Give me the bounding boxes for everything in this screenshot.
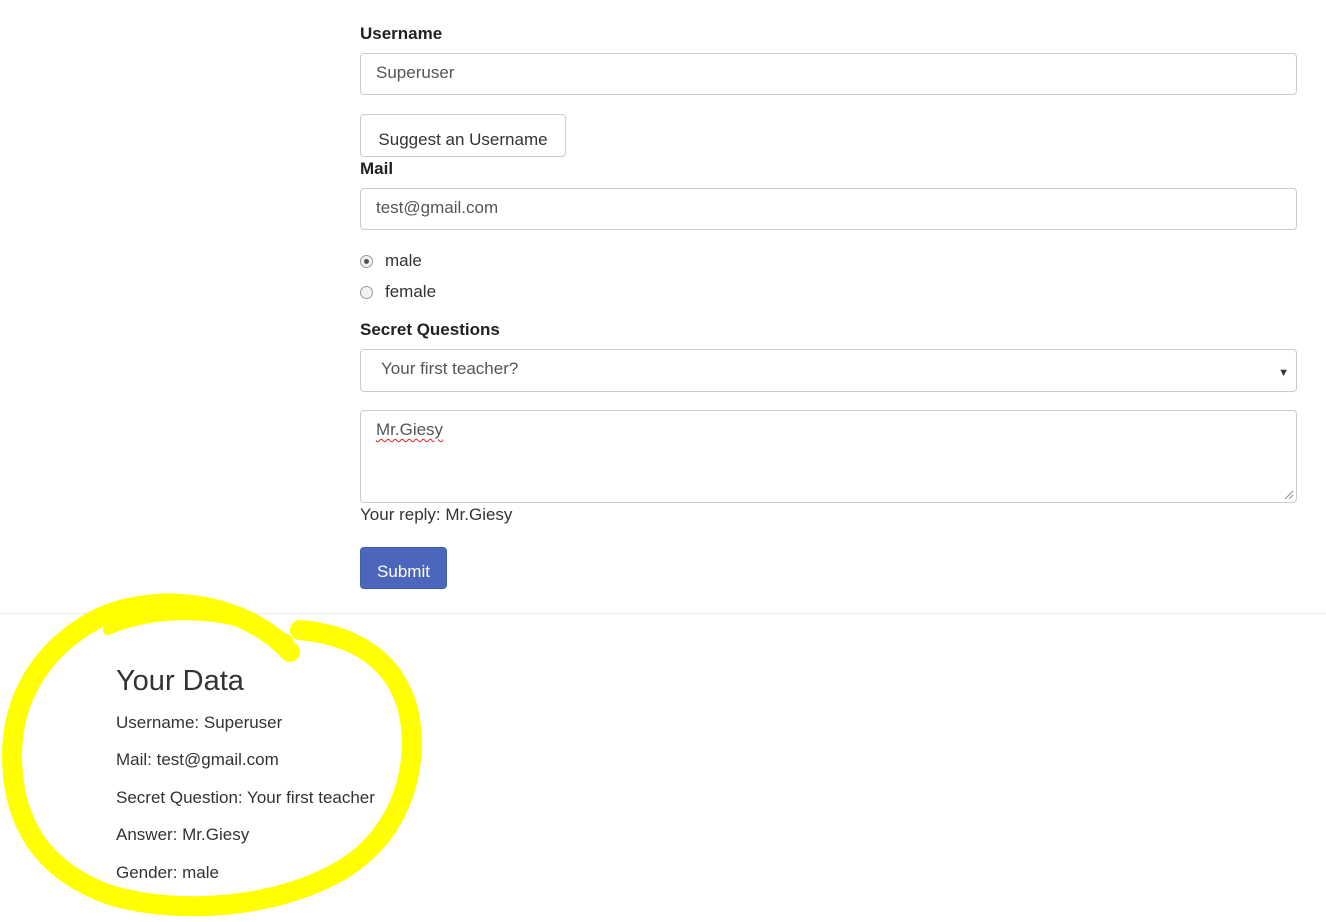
data-answer: Answer: Mr.Giesy [116,825,250,844]
gender-option-male[interactable]: male [360,251,422,271]
username-label: Username [360,24,443,43]
username-input-value: Superuser [376,63,455,82]
answer-textarea[interactable]: Mr.Giesy [360,410,1297,503]
dropdown-caret-icon: ▼ [1278,367,1289,379]
secret-question-selected: Your first teacher? [381,359,519,378]
suggest-username-button[interactable]: Suggest an Username [360,114,566,157]
username-input[interactable]: Superuser [360,53,1297,95]
data-gender: Gender: male [116,863,219,882]
resize-grip-icon[interactable] [1284,490,1294,500]
mail-input-value: test@gmail.com [376,198,499,217]
data-username: Username: Superuser [116,713,283,732]
your-data-title: Your Data [116,665,244,697]
mail-label: Mail [360,159,394,178]
gender-option-female[interactable]: female [360,282,436,302]
radio-male-label: male [385,251,422,270]
radio-female-label: female [385,282,437,301]
radio-female[interactable] [360,285,373,299]
reply-text: Your reply: Mr.Giesy [360,505,513,524]
data-secret-question: Secret Question: Your first teacher [116,788,375,807]
secret-question-select[interactable]: Your first teacher? ▼ [360,349,1297,392]
mail-input[interactable]: test@gmail.com [360,188,1297,230]
radio-male[interactable] [360,254,373,268]
secret-questions-label: Secret Questions [360,320,500,339]
answer-textarea-value: Mr.Giesy [376,420,444,439]
data-mail: Mail: test@gmail.com [116,750,279,769]
submit-button[interactable]: Submit [360,547,447,589]
